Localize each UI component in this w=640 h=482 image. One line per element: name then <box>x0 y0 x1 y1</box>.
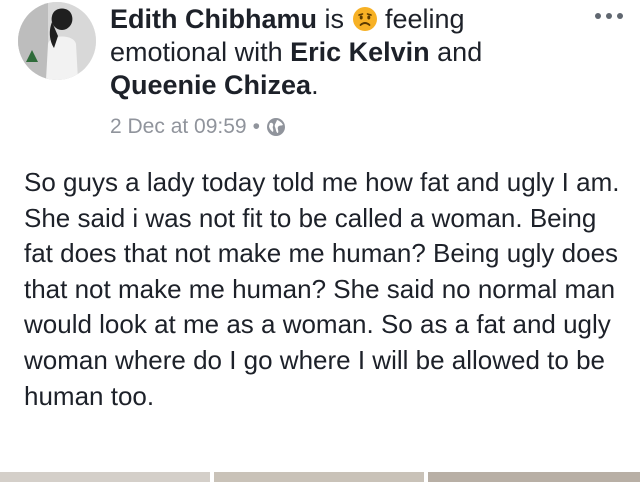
globe-icon[interactable] <box>266 117 286 137</box>
tagged-user-2[interactable]: Queenie Chizea <box>110 70 311 100</box>
author-name[interactable]: Edith Chibhamu <box>110 4 317 34</box>
photo-thumbnail[interactable] <box>0 472 210 482</box>
post-header: Edith Chibhamu is feeling emotional with… <box>110 3 550 102</box>
sad-face-icon <box>352 7 377 31</box>
more-icon <box>595 13 623 19</box>
avatar[interactable] <box>18 2 96 80</box>
tagged-user-1[interactable]: Eric Kelvin <box>290 37 430 67</box>
post-meta: 2 Dec at 09:59 • <box>110 113 286 141</box>
meta-separator: • <box>252 115 260 138</box>
more-options-button[interactable] <box>592 4 626 28</box>
post-photo-preview[interactable] <box>0 472 640 482</box>
post-timestamp[interactable]: 2 Dec at 09:59 <box>110 113 247 141</box>
is-text: is <box>316 4 352 34</box>
photo-thumbnail[interactable] <box>214 472 424 482</box>
photo-thumbnail[interactable] <box>428 472 640 482</box>
avatar-photo <box>18 2 96 80</box>
and-text: and <box>429 37 483 67</box>
post-body-text: So guys a lady today told me how fat and… <box>24 167 620 411</box>
header-period: . <box>311 70 319 100</box>
